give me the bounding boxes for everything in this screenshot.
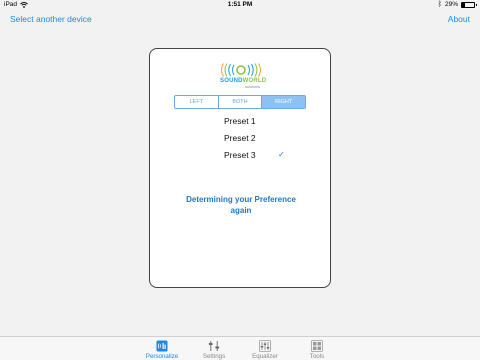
preset-row-3[interactable]: Preset 3 ✓ bbox=[150, 148, 332, 162]
device-card: SOUNDWORLD solutions LEFT BOTH RIGHT Pre… bbox=[149, 48, 331, 288]
preset-row-2[interactable]: Preset 2 bbox=[150, 131, 332, 145]
ear-segmented-control: LEFT BOTH RIGHT bbox=[174, 95, 306, 109]
preset-row-1[interactable]: Preset 1 bbox=[150, 114, 332, 128]
tab-personalize[interactable]: Personalize bbox=[142, 339, 182, 360]
battery-icon bbox=[461, 1, 477, 8]
status-message-line1: Determining your Preference bbox=[186, 195, 296, 204]
segment-right[interactable]: RIGHT bbox=[262, 96, 305, 108]
preset-label: Preset 3 bbox=[224, 150, 256, 160]
status-time: 1:51 PM bbox=[227, 1, 253, 8]
select-device-button[interactable]: Select another device bbox=[10, 14, 92, 24]
soundworld-logo: SOUNDWORLD solutions bbox=[150, 63, 332, 93]
status-bar: iPad 1:51 PM ᛒ 29% bbox=[0, 0, 480, 10]
preset-label: Preset 2 bbox=[224, 133, 256, 143]
preset-label: Preset 1 bbox=[224, 116, 256, 126]
logo-subtext: solutions bbox=[245, 85, 260, 89]
about-button[interactable]: About bbox=[448, 14, 470, 24]
logo-text: SOUNDWORLD bbox=[220, 78, 266, 84]
battery-percent: 29% bbox=[444, 1, 458, 8]
status-message-line2: again bbox=[230, 206, 252, 215]
nav-bar: Select another device About bbox=[0, 10, 480, 30]
sound-waves-icon bbox=[221, 63, 261, 77]
tab-label: Equalizer bbox=[252, 353, 278, 360]
personalize-icon bbox=[156, 340, 168, 352]
equalizer-icon bbox=[259, 340, 271, 352]
tab-tools[interactable]: Tools bbox=[297, 339, 337, 360]
tab-bar: Personalize Settings Equalizer Tools bbox=[0, 336, 480, 360]
tab-settings[interactable]: Settings bbox=[194, 339, 234, 360]
logo-sound: SOUND bbox=[220, 78, 243, 84]
status-message: Determining your Preference again bbox=[150, 194, 332, 216]
status-right: ᛒ 29% bbox=[437, 1, 477, 8]
tab-equalizer[interactable]: Equalizer bbox=[245, 339, 285, 360]
checkmark-icon: ✓ bbox=[278, 150, 285, 159]
segment-both[interactable]: BOTH bbox=[219, 96, 263, 108]
logo-world: WORLD bbox=[242, 78, 267, 84]
tools-icon bbox=[311, 340, 323, 352]
segment-left[interactable]: LEFT bbox=[175, 96, 219, 108]
tab-label: Tools bbox=[309, 353, 325, 360]
tab-label: Settings bbox=[202, 353, 226, 360]
tab-label: Personalize bbox=[145, 353, 179, 360]
bluetooth-icon: ᛒ bbox=[437, 1, 442, 8]
settings-icon bbox=[208, 341, 220, 351]
battery-fill bbox=[462, 2, 466, 7]
